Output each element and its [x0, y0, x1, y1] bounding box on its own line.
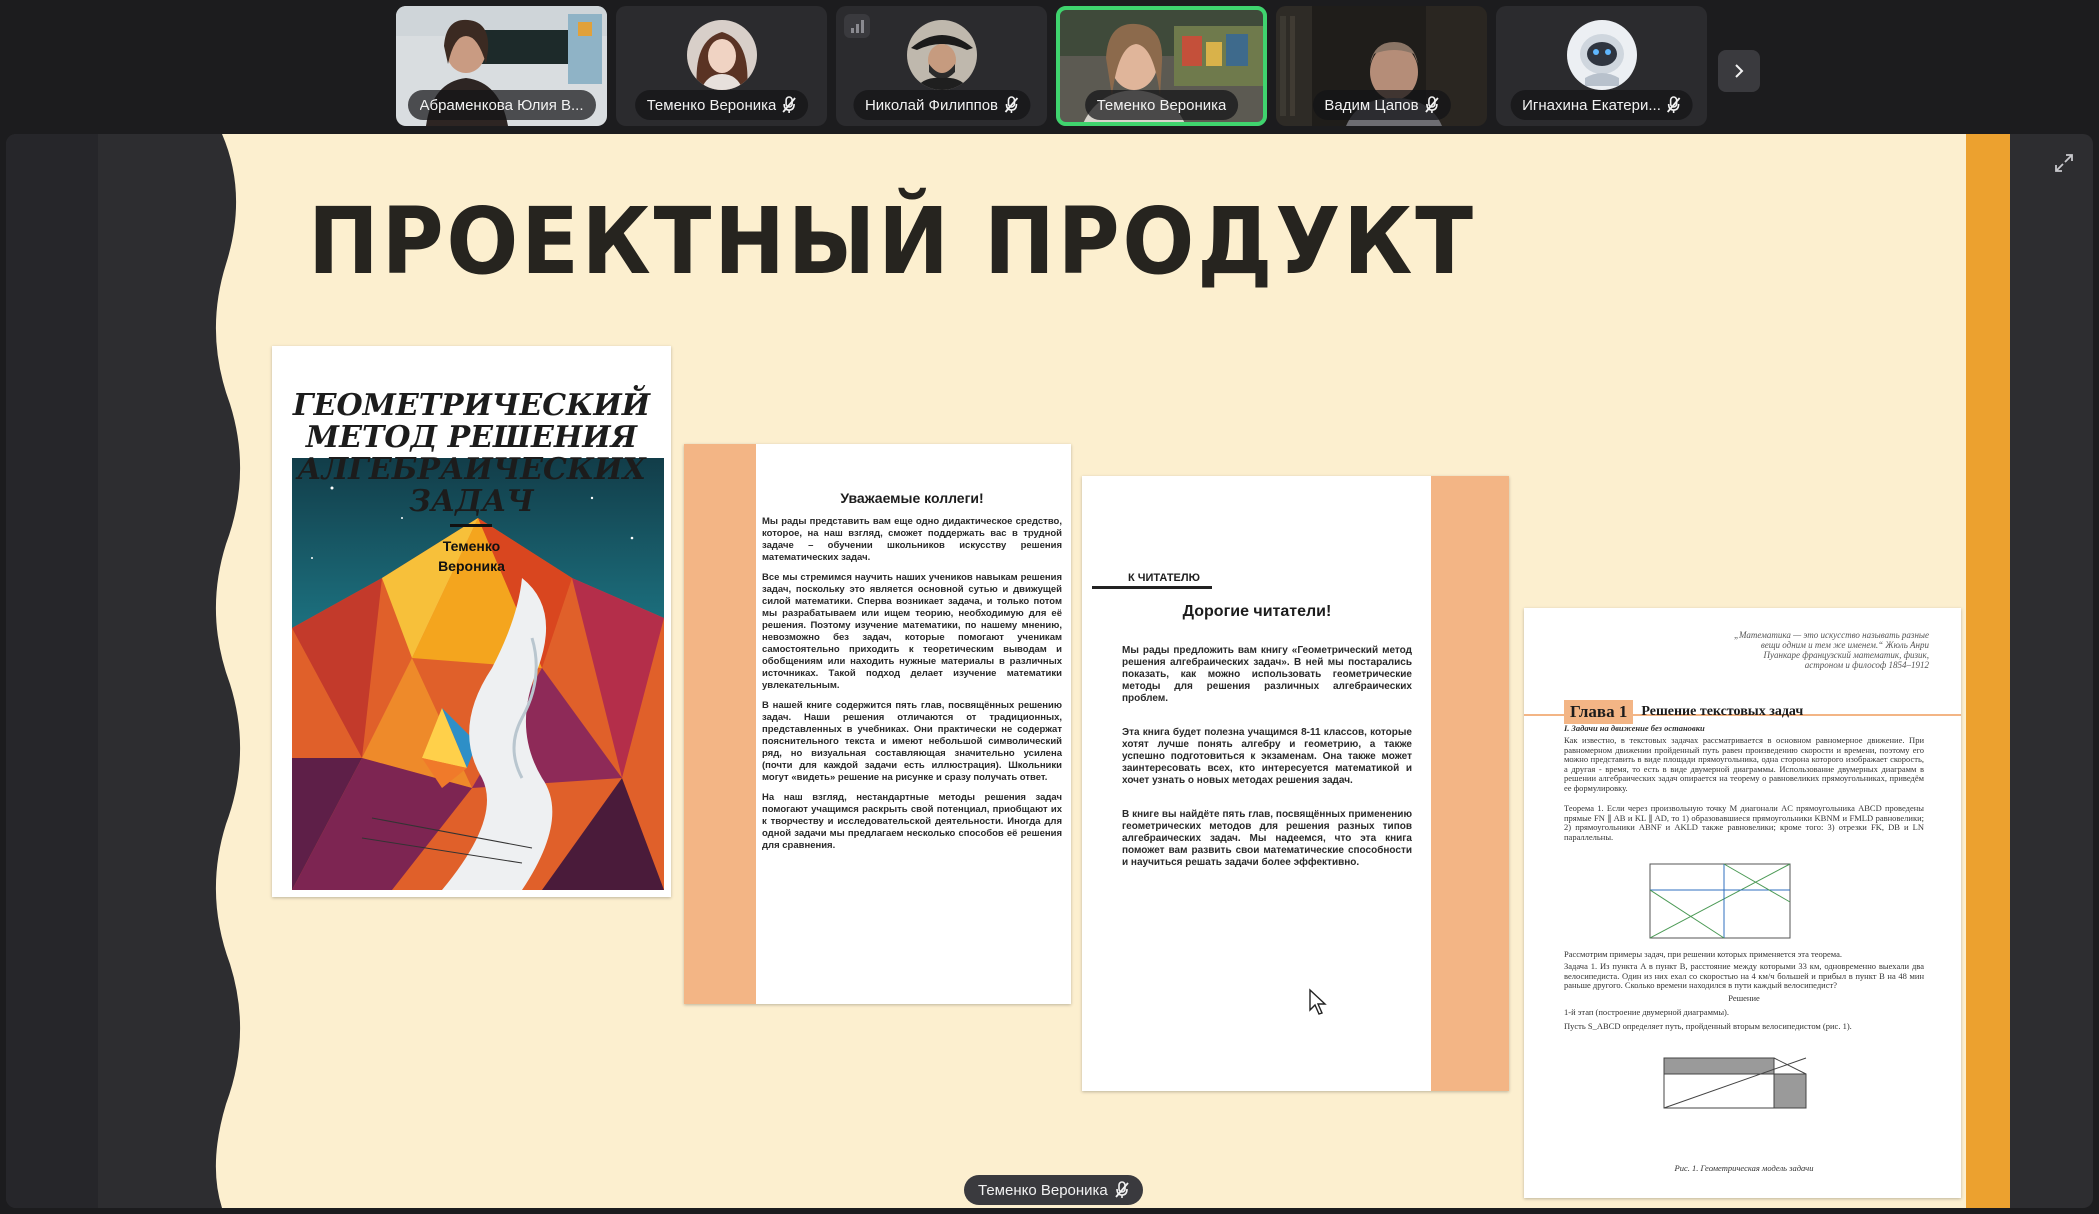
cover-author-line: Вероника	[438, 558, 505, 574]
slide-title: ПРОЕКТНЫЙ ПРОДУКТ	[308, 188, 1476, 295]
expand-icon	[2055, 154, 2073, 172]
stage-margin	[6, 134, 98, 1208]
participant-strip: Абраменкова Юлия В... Теменко Вероника Н…	[396, 6, 1707, 128]
book-cover: ГЕОМЕТРИЧЕСКИЙ МЕТОД РЕШЕНИЯ АЛГЕБРАИЧЕС…	[272, 346, 671, 897]
epigraph: „Математика — это искусство называть раз…	[1733, 630, 1929, 670]
signal-strength-icon	[844, 14, 870, 38]
mic-off-icon	[1667, 96, 1681, 113]
figure-caption: Рис. 1. Геометрическая модель задачи	[1674, 1163, 1814, 1173]
cover-title: ГЕОМЕТРИЧЕСКИЙ МЕТОД РЕШЕНИЯ АЛГЕБРАИЧЕС…	[272, 390, 671, 518]
book-page-chapter-1: „Математика — это искусство называть раз…	[1524, 608, 1961, 1198]
avatar	[1566, 20, 1637, 90]
cover-title-line: МЕТОД РЕШЕНИЯ	[305, 420, 638, 455]
participant-name-pill: Теменко Вероника	[634, 90, 809, 120]
cover-title-line: АЛГЕБРАИЧЕСКИХ	[297, 452, 646, 487]
mic-off-icon	[1424, 96, 1439, 113]
participant-name: Вадим Цапов	[1324, 96, 1419, 114]
participant-name: Теменко Вероника	[646, 96, 777, 114]
participant-tile[interactable]: Николай Филиппов	[836, 6, 1047, 126]
page-paragraph: На наш взгляд, нестандартные методы реше…	[762, 792, 1062, 851]
cover-author: Теменко Вероника	[272, 536, 671, 576]
figure-1-diagram	[1663, 1057, 1807, 1109]
participant-name-pill: Вадим Цапов	[1312, 90, 1451, 120]
video-call-window: Абраменкова Юлия В... Теменко Вероника Н…	[0, 0, 2099, 1214]
page-paragraph: Пусть S_ABCD определяет путь, пройденный…	[1564, 1021, 1852, 1031]
book-page-readers: К ЧИТАТЕЛЮ Дорогие читатели! Мы рады пре…	[1082, 476, 1509, 1091]
page-paragraph: Мы рады предложить вам книгу «Геометриче…	[1122, 645, 1412, 704]
page-paragraph: Эта книга будет полезна учащимся 8-11 кл…	[1122, 727, 1412, 786]
theorem-text: Теорема 1. Если через произвольную точку…	[1564, 803, 1924, 842]
presenter-name: Теменко Вероника	[978, 1181, 1108, 1199]
page-heading: Дорогие читатели!	[1182, 603, 1332, 620]
page-paragraph: Как известно, в текстовых задачах рассма…	[1564, 735, 1924, 793]
page-side-stripe	[684, 444, 756, 1004]
participant-name-pill: Абраменкова Юлия В...	[407, 90, 596, 120]
stage-text: 1-й этап (построение двумерной диаграммы…	[1564, 1007, 1729, 1017]
presentation-slide: ПРОЕКТНЫЙ ПРОДУКТ ГЕОМЕТРИЧЕСКИЙ МЕТОД Р…	[210, 134, 2010, 1208]
participant-tile[interactable]: Теменко Вероника	[616, 6, 827, 126]
task-text: Задача 1. Из пункта A в пункт B, расстоя…	[1564, 961, 1924, 990]
presenter-name-pill: Теменко Вероника	[964, 1175, 1143, 1205]
participant-tile[interactable]: Игнахина Екатери...	[1496, 6, 1707, 126]
mic-off-icon	[782, 96, 797, 113]
screen-share-stage: ПРОЕКТНЫЙ ПРОДУКТ ГЕОМЕТРИЧЕСКИЙ МЕТОД Р…	[6, 134, 2093, 1208]
page-paragraph: Рассмотрим примеры задач, при решении ко…	[1564, 949, 1842, 959]
avatar	[686, 20, 757, 90]
participant-tile[interactable]: Абраменкова Юлия В...	[396, 6, 607, 126]
page-paragraph: Все мы стремимся научить наших учеников …	[762, 572, 1062, 691]
solution-label: Решение	[1728, 993, 1760, 1003]
section-label: К ЧИТАТЕЛЮ	[1092, 572, 1212, 589]
chapter-title: Решение текстовых задач	[1641, 704, 1804, 719]
participant-name: Николай Филиппов	[864, 96, 999, 114]
cover-illustration	[292, 458, 664, 890]
chevron-right-icon	[1735, 64, 1744, 78]
theorem-diagram	[1649, 863, 1791, 939]
chapter-tag: Глава 1	[1564, 700, 1634, 724]
book-page-colleagues: Уважаемые коллеги! Мы рады представить в…	[684, 444, 1071, 1004]
wave-border	[210, 134, 241, 1208]
cover-author-line: Теменко	[442, 538, 501, 554]
participant-tile[interactable]: Вадим Цапов	[1276, 6, 1487, 126]
mouse-cursor-icon	[1309, 988, 1327, 1015]
participant-name-pill: Николай Филиппов	[852, 90, 1031, 120]
page-paragraph: В книге вы найдёте пять глав, посвящённы…	[1122, 809, 1412, 868]
fullscreen-button[interactable]	[2049, 148, 2079, 178]
page-paragraph: Мы рады представить вам еще одно дидакти…	[762, 516, 1062, 563]
page-heading: Уважаемые коллеги!	[840, 490, 984, 506]
participant-name-pill: Игнахина Екатери...	[1510, 90, 1693, 120]
next-participants-button[interactable]	[1718, 50, 1760, 92]
page-paragraph: В нашей книге содержится пять глав, посв…	[762, 700, 1062, 783]
participant-name: Абраменкова Юлия В...	[419, 96, 584, 114]
avatar	[906, 20, 977, 90]
participant-name-pill: Теменко Вероника	[1084, 90, 1239, 120]
mic-off-icon	[1115, 1181, 1129, 1198]
mic-off-icon	[1004, 96, 1018, 113]
accent-bar	[1966, 134, 2010, 1208]
cover-title-line: ЗАДАЧ	[409, 484, 534, 519]
cover-title-line: ГЕОМЕТРИЧЕСКИЙ	[292, 388, 651, 423]
page-side-stripe	[1431, 476, 1509, 1091]
cover-divider	[450, 524, 492, 527]
participant-tile-active[interactable]: Теменко Вероника	[1056, 6, 1267, 126]
participant-name: Теменко Вероника	[1096, 96, 1227, 114]
section-title: I. Задачи на движение без остановки	[1564, 723, 1705, 733]
participant-name: Игнахина Екатери...	[1522, 96, 1661, 114]
chapter-header: Глава 1 Решение текстовых задач	[1564, 700, 1803, 724]
